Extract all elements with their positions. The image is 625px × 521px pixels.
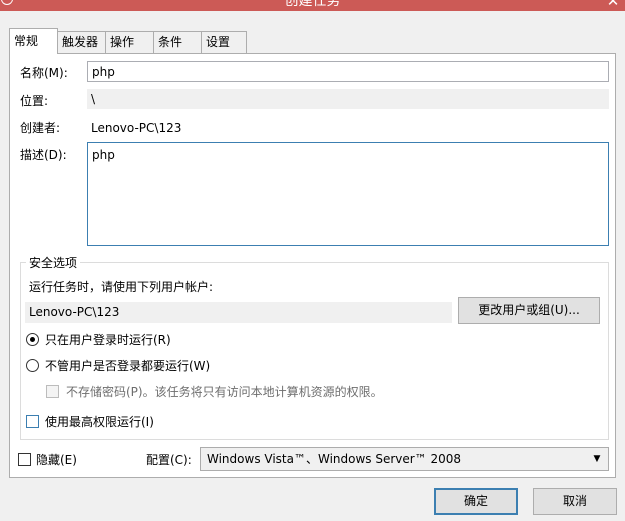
hidden-label[interactable]: 隐藏(E) — [36, 452, 77, 468]
author-value: Lenovo-PC\123 — [91, 121, 182, 135]
name-field[interactable]: php — [87, 61, 609, 82]
change-user-button[interactable]: 更改用户或组(U)... — [458, 297, 600, 324]
security-options-title: 安全选项 — [26, 255, 81, 271]
radio-logged-on-label[interactable]: 只在用户登录时运行(R) — [45, 332, 171, 348]
tab-settings[interactable]: 设置 — [201, 31, 247, 53]
tab-triggers[interactable]: 触发器 — [57, 31, 106, 53]
run-as-prompt: 运行任务时，请使用下列用户帐户: — [29, 280, 214, 294]
tab-general[interactable]: 常规 — [9, 28, 58, 54]
tab-actions[interactable]: 操作 — [105, 31, 154, 53]
radio-logged-on[interactable] — [26, 333, 39, 346]
location-label: 位置: — [20, 94, 49, 108]
no-store-password-label: 不存储密码(P)。该任务将只有访问本地计算机资源的权限。 — [66, 385, 383, 399]
configure-select-value: Windows Vista™、Windows Server™ 2008 — [207, 452, 462, 466]
radio-whether-logged-on-label[interactable]: 不管用户是否登录都要运行(W) — [45, 358, 210, 374]
name-label: 名称(M): — [20, 66, 68, 80]
user-account-value: Lenovo-PC\123 — [25, 302, 452, 323]
title-bar: 创建任务 ✕ — [0, 0, 625, 11]
configure-select[interactable]: Windows Vista™、Windows Server™ 2008 ▼ — [200, 447, 609, 471]
chevron-down-icon: ▼ — [593, 454, 601, 464]
no-store-password-checkbox — [46, 385, 59, 398]
radio-whether-logged-on[interactable] — [26, 359, 39, 372]
window-title: 创建任务 — [284, 0, 341, 9]
author-label: 创建者: — [20, 121, 61, 135]
configure-label: 配置(C): — [146, 453, 192, 467]
highest-privileges-checkbox[interactable] — [26, 415, 39, 428]
location-value: \ — [87, 89, 609, 109]
highest-privileges-label[interactable]: 使用最高权限运行(I) — [45, 414, 154, 430]
radio-selected-dot — [30, 337, 35, 342]
tab-conditions[interactable]: 条件 — [153, 31, 202, 53]
cancel-button[interactable]: 取消 — [533, 488, 617, 515]
close-icon[interactable]: ✕ — [604, 0, 622, 10]
hidden-checkbox[interactable] — [18, 453, 31, 466]
ok-button[interactable]: 确定 — [434, 488, 518, 515]
description-field[interactable]: php — [87, 142, 609, 246]
description-label: 描述(D): — [20, 148, 67, 162]
